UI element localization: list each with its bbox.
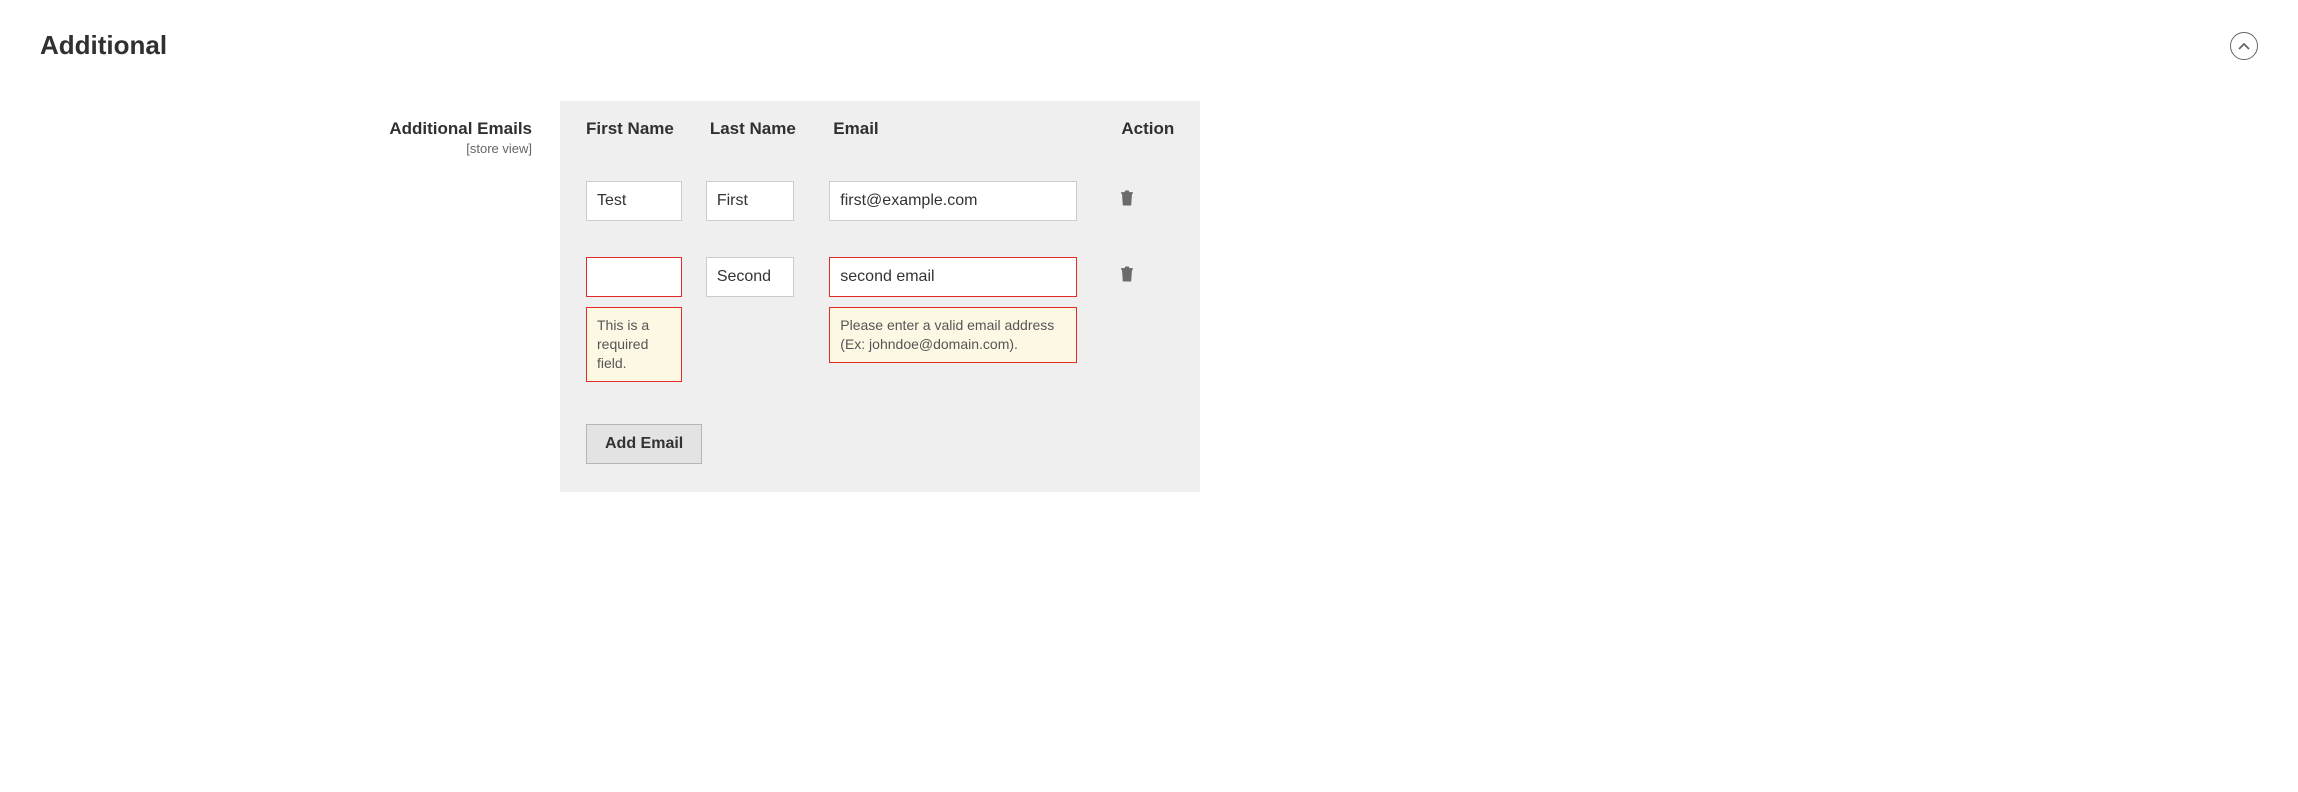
field-scope: [store view] bbox=[40, 141, 532, 156]
delete-row-button[interactable] bbox=[1117, 187, 1137, 212]
table-row: This is a required field. Please enter a… bbox=[560, 233, 1200, 394]
first-name-input[interactable] bbox=[586, 181, 682, 221]
validation-error-first-name: This is a required field. bbox=[586, 307, 682, 382]
chevron-up-icon bbox=[2238, 38, 2250, 54]
delete-row-button[interactable] bbox=[1117, 263, 1137, 288]
last-name-input[interactable] bbox=[706, 181, 794, 221]
last-name-input[interactable] bbox=[706, 257, 794, 297]
column-header-first-name: First Name bbox=[560, 101, 696, 157]
emails-table: First Name Last Name Email Action bbox=[560, 101, 1200, 492]
column-header-action: Action bbox=[1107, 101, 1200, 157]
table-footer: Add Email bbox=[560, 394, 1200, 492]
add-email-button[interactable]: Add Email bbox=[586, 424, 702, 464]
first-name-input[interactable] bbox=[586, 257, 682, 297]
column-header-last-name: Last Name bbox=[696, 101, 819, 157]
collapse-toggle[interactable] bbox=[2230, 32, 2258, 60]
table-row bbox=[560, 157, 1200, 233]
trash-icon bbox=[1117, 196, 1137, 212]
column-header-email: Email bbox=[819, 101, 1107, 157]
validation-error-email: Please enter a valid email address (Ex: … bbox=[829, 307, 1077, 363]
section-title: Additional bbox=[40, 30, 167, 61]
field-label: Additional Emails bbox=[40, 119, 532, 139]
email-input[interactable] bbox=[829, 181, 1077, 221]
trash-icon bbox=[1117, 272, 1137, 288]
email-input[interactable] bbox=[829, 257, 1077, 297]
